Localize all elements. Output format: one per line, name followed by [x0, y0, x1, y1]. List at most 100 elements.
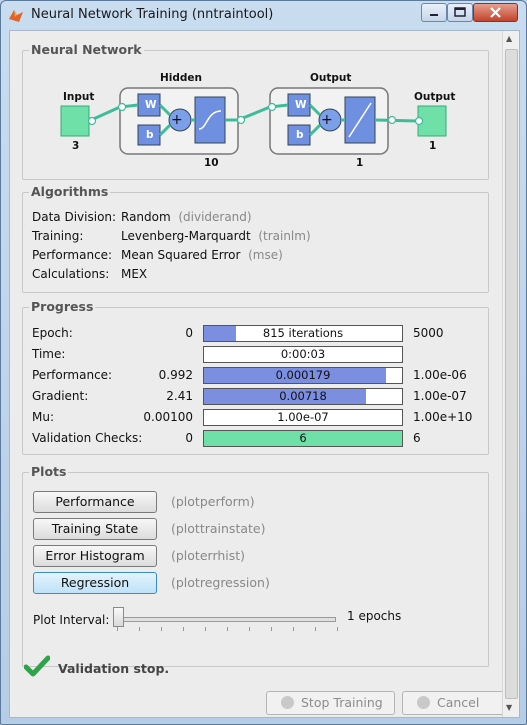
progress-max: 6 — [413, 431, 421, 445]
network-diagram: + + — [60, 87, 447, 155]
progress-min: 0 — [185, 326, 193, 340]
plot-interval-value: 1 epochs — [347, 609, 402, 623]
plot-function: (plottrainstate) — [171, 521, 266, 536]
slider-tick — [271, 627, 272, 631]
output-count: 1 — [429, 140, 437, 152]
regression-plot-button[interactable]: Regression — [33, 572, 157, 594]
button-label: Regression — [60, 575, 130, 590]
progress-bar: 0.00718 — [203, 388, 403, 405]
progress-row: Gradient: 2.41 0.00718 1.00e-07 — [23, 388, 488, 406]
hidden-count: 10 — [204, 157, 219, 169]
slider-tick — [249, 627, 250, 631]
algo-value: Mean Squared Error — [121, 248, 241, 262]
stop-training-button[interactable]: Stop Training — [266, 691, 395, 715]
cancel-button[interactable]: Cancel — [402, 691, 507, 715]
progress-bar: 0:00:03 — [203, 346, 403, 363]
algo-value-wrap: Mean Squared Error (mse) — [121, 248, 283, 262]
scroll-up-icon[interactable]: ▲ — [506, 34, 512, 43]
plot-function: (ploterrhist) — [171, 548, 246, 563]
slider-tick — [293, 627, 294, 631]
button-label: Stop Training — [301, 695, 383, 710]
algo-label: Calculations: — [32, 267, 110, 281]
progress-bar-text: 0:00:03 — [280, 347, 326, 361]
algo-function: (dividerand) — [178, 210, 252, 224]
neural-network-group: Neural Network + + Input 3 Hidden 10 W b… — [22, 42, 489, 180]
progress-bar-text: 1.00e-07 — [277, 410, 329, 424]
button-label: Cancel — [437, 695, 480, 710]
progress-bar: 6 — [203, 430, 403, 447]
progress-min: 2.41 — [166, 389, 193, 403]
svg-text:+: + — [321, 112, 333, 128]
progress-max: 5000 — [413, 326, 444, 340]
input-count: 3 — [72, 140, 80, 152]
algo-function: (trainlm) — [258, 229, 311, 243]
maximize-button[interactable] — [447, 3, 473, 22]
algorithms-group: Algorithms Data Division: Random (divide… — [22, 184, 489, 293]
slider-tick — [183, 627, 184, 631]
progress-row: Validation Checks: 0 6 6 — [23, 430, 488, 448]
minimize-button[interactable] — [421, 3, 447, 22]
maximize-icon — [454, 7, 466, 17]
algo-label: Training: — [32, 229, 84, 243]
status-text: Validation stop. — [58, 661, 170, 676]
hidden-weight-label: W — [145, 99, 157, 111]
progress-label: Time: — [32, 347, 66, 361]
progress-bar-text: 6 — [299, 431, 307, 445]
hidden-label: Hidden — [160, 72, 203, 84]
output-layer-label: Output — [310, 72, 352, 84]
minimize-icon — [430, 14, 438, 16]
training-state-plot-button[interactable]: Training State — [33, 518, 157, 540]
plot-interval-thumb[interactable] — [113, 607, 124, 627]
progress-heading: Progress — [29, 299, 96, 314]
cancel-icon — [417, 696, 430, 709]
svg-text:+: + — [171, 112, 183, 128]
progress-max: 1.00e-07 — [413, 389, 467, 403]
input-label: Input — [63, 91, 95, 103]
algo-function: (mse) — [248, 248, 283, 262]
algo-label: Data Division: — [32, 210, 117, 224]
plots-group: Plots Performance (plotperform) Training… — [22, 464, 489, 667]
output-label: Output — [414, 91, 456, 103]
progress-row: Epoch: 0 815 iterations 5000 — [23, 325, 488, 343]
button-label: Training State — [51, 521, 139, 536]
vertical-scrollbar[interactable]: ▲ ▼ — [502, 31, 519, 717]
plot-interval-label: Plot Interval: — [33, 613, 110, 627]
performance-plot-button[interactable]: Performance — [33, 491, 157, 513]
error-histogram-plot-button[interactable]: Error Histogram — [33, 545, 157, 567]
progress-label: Gradient: — [32, 389, 89, 403]
button-label: Error Histogram — [45, 548, 145, 563]
progress-min: 0 — [185, 431, 193, 445]
close-button[interactable] — [473, 3, 518, 22]
progress-bar: 0.000179 — [203, 367, 403, 384]
close-icon — [490, 7, 501, 18]
output-bias-label: b — [296, 129, 304, 141]
window: Neural Network Training (nntraintool) Ne… — [0, 0, 527, 725]
progress-label: Epoch: — [32, 326, 73, 340]
check-icon — [24, 655, 50, 677]
slider-tick — [227, 627, 228, 631]
progress-max: 1.00e+10 — [413, 410, 473, 424]
algo-value: Levenberg-Marquardt — [121, 229, 251, 243]
progress-min: 0.00100 — [143, 410, 193, 424]
algo-label: Performance: — [32, 248, 113, 262]
progress-row: Performance: 0.992 0.000179 1.00e-06 — [23, 367, 488, 385]
progress-bar: 1.00e-07 — [203, 409, 403, 426]
progress-row: Mu: 0.00100 1.00e-07 1.00e+10 — [23, 409, 488, 427]
algo-value-wrap: Random (dividerand) — [121, 210, 252, 224]
window-title: Neural Network Training (nntraintool) — [31, 7, 274, 22]
title-bar[interactable]: Neural Network Training (nntraintool) — [1, 1, 526, 29]
progress-bar-text: 815 iterations — [262, 326, 344, 340]
progress-bar-text: 0.00718 — [279, 389, 327, 403]
algo-value-wrap: MEX — [121, 267, 147, 281]
plot-function: (plotperform) — [171, 494, 255, 509]
progress-group: Progress Epoch: 0 815 iterations 5000 Time: 0… — [22, 299, 489, 455]
slider-tick — [337, 627, 338, 631]
slider-tick — [315, 627, 316, 631]
scroll-thumb[interactable] — [505, 49, 518, 699]
progress-row: Time: 0:00:03 — [23, 346, 488, 364]
progress-label: Performance: — [32, 368, 113, 382]
plot-interval-track[interactable] — [114, 617, 336, 622]
slider-tick — [139, 627, 140, 631]
scroll-down-icon[interactable]: ▼ — [506, 703, 512, 712]
algo-value-wrap: Levenberg-Marquardt (trainlm) — [121, 229, 311, 243]
